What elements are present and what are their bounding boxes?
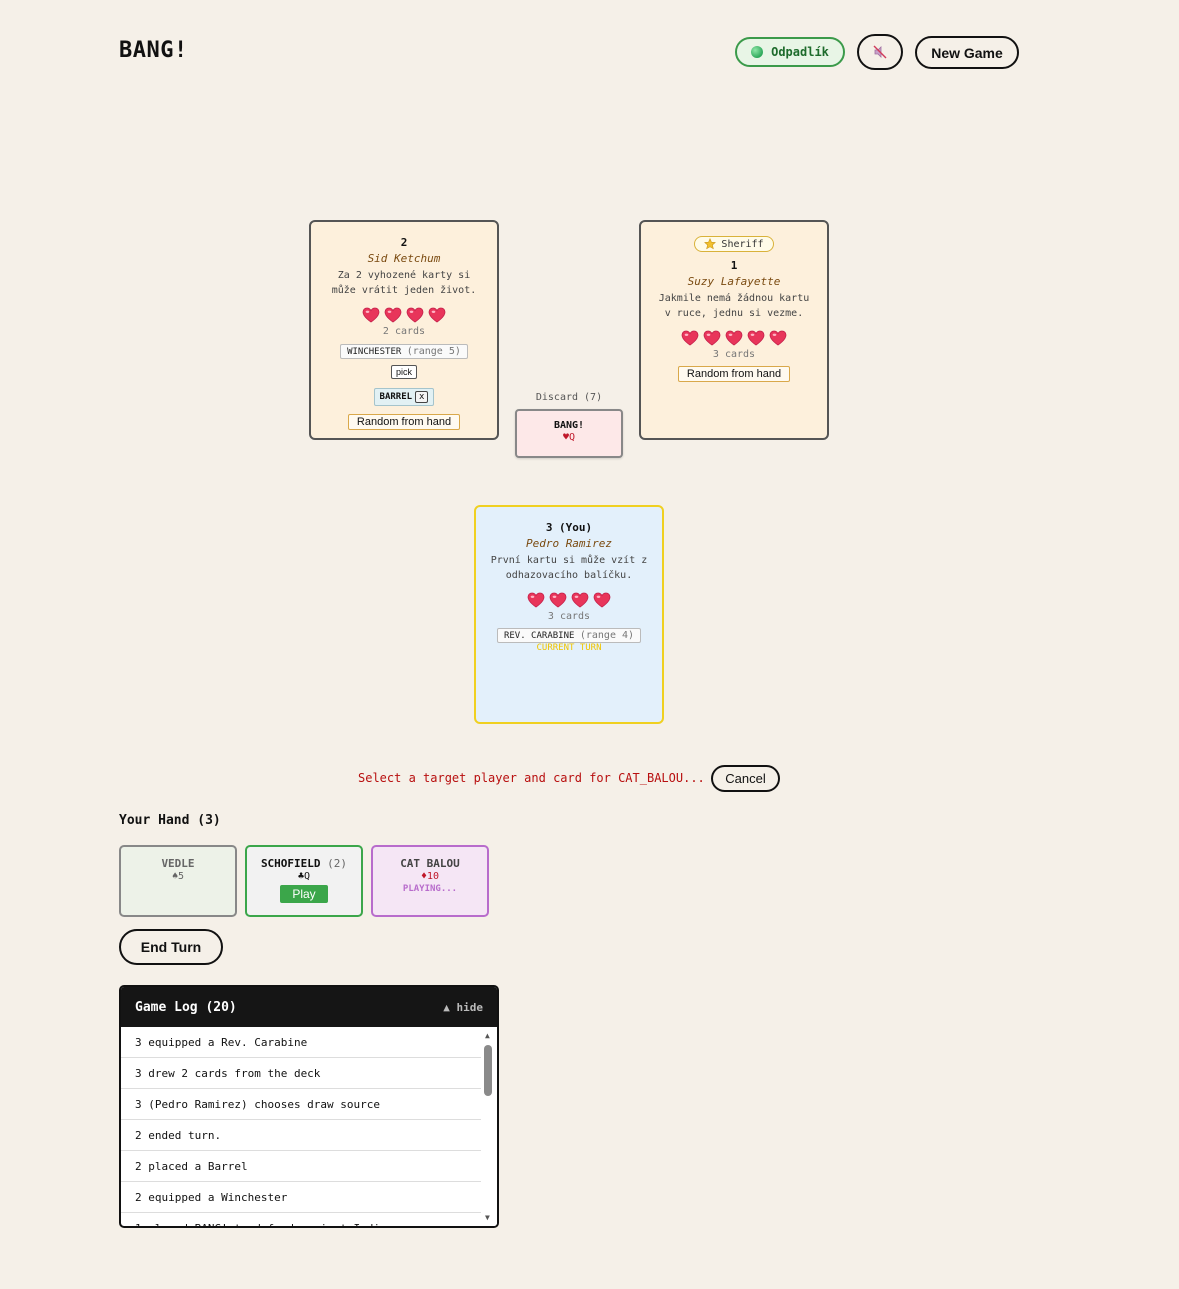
heart-icon: [725, 330, 743, 346]
log-entry: 2 equipped a Winchester: [121, 1182, 481, 1213]
muted-speaker-icon: [873, 45, 887, 59]
target-prompt: Select a target player and card for CAT_…: [358, 771, 705, 785]
heart-icon: [681, 330, 699, 346]
character-name: Sid Ketchum: [367, 252, 441, 265]
log-entry: 3 drew 2 cards from the deck: [121, 1058, 481, 1089]
app-title: BANG!: [119, 38, 188, 63]
discard-card-suit: ♥Q: [562, 432, 576, 443]
game-log-title: Game Log (20): [135, 999, 237, 1015]
player-card-suzy-lafayette[interactable]: Sheriff 1 Suzy Lafayette Jakmile nemá žá…: [639, 220, 829, 440]
star-icon: [704, 238, 717, 250]
weapon-badge: WINCHESTER (range 5): [340, 344, 468, 359]
card-suit: ♠5: [171, 871, 185, 882]
character-ability: Za 2 vyhozené karty si může vrátit jeden…: [331, 270, 477, 296]
character-name: Pedro Ramirez: [525, 537, 613, 550]
card-status: PLAYING...: [402, 884, 458, 894]
log-entry: 1 played BANG! to defend against Indi...: [121, 1213, 481, 1226]
log-entry: 2 placed a Barrel: [121, 1151, 481, 1182]
new-game-button[interactable]: New Game: [915, 36, 1019, 69]
heart-icon: [428, 307, 446, 323]
hand-title: Your Hand (3): [119, 813, 221, 828]
heart-icon: [362, 307, 380, 323]
player-number: 2: [400, 236, 408, 249]
pick-weapon-button[interactable]: pick: [390, 365, 417, 379]
current-turn-label: CURRENT TURN: [536, 643, 602, 653]
card-suit: ♣Q: [297, 871, 311, 882]
remove-equipment-button[interactable]: x: [415, 391, 429, 403]
hand-card-vedle[interactable]: VEDLE ♠5: [119, 845, 237, 917]
card-name: CAT BALOU: [400, 857, 460, 870]
heart-icon: [406, 307, 424, 323]
hand-count: 3 cards: [547, 611, 591, 622]
hand-card-cat-balou[interactable]: CAT BALOU ♦10 PLAYING...: [371, 845, 489, 917]
game-log: Game Log (20) ▲ hide 3 equipped a Rev. C…: [119, 985, 499, 1228]
character-ability: První kartu si může vzít z odhazovacího …: [490, 555, 648, 581]
sheriff-badge: Sheriff: [694, 236, 774, 252]
end-turn-button[interactable]: End Turn: [119, 929, 223, 965]
health-hearts: [476, 592, 662, 608]
heart-icon: [549, 592, 567, 608]
discard-pile[interactable]: BANG! ♥Q: [515, 409, 623, 458]
mute-button[interactable]: [857, 34, 903, 70]
log-entry: 3 equipped a Rev. Carabine: [121, 1027, 481, 1058]
character-name: Suzy Lafayette: [687, 275, 781, 288]
heart-icon: [384, 307, 402, 323]
heart-icon: [527, 592, 545, 608]
health-hearts: [311, 307, 497, 323]
scrollbar-thumb[interactable]: [484, 1045, 492, 1096]
hand-card-schofield[interactable]: SCHOFIELD (2) ♣Q Play: [245, 845, 363, 917]
character-ability: Jakmile nemá žádnou kartu v ruce, jednu …: [658, 293, 810, 319]
heart-icon: [747, 330, 765, 346]
play-card-button[interactable]: Play: [280, 885, 328, 903]
role-orb-icon: [751, 46, 764, 58]
cancel-button[interactable]: Cancel: [711, 765, 780, 792]
heart-icon: [769, 330, 787, 346]
random-from-hand-button[interactable]: Random from hand: [677, 366, 791, 382]
game-log-header[interactable]: Game Log (20) ▲ hide: [121, 987, 497, 1027]
discard-card-name: BANG!: [553, 420, 585, 431]
scroll-up-icon[interactable]: ▲: [485, 1031, 490, 1040]
player-card-you: 3 (You) Pedro Ramirez První kartu si můž…: [474, 505, 664, 724]
card-name: SCHOFIELD (2): [260, 857, 348, 870]
player-card-sid-ketchum[interactable]: 2 Sid Ketchum Za 2 vyhozené karty si můž…: [309, 220, 499, 440]
random-from-hand-button[interactable]: Random from hand: [347, 414, 461, 430]
heart-icon: [571, 592, 589, 608]
heart-icon: [593, 592, 611, 608]
hand-count: 2 cards: [382, 326, 426, 337]
log-scrollbar[interactable]: ▲ ▼: [481, 1027, 497, 1226]
player-number: 1: [730, 259, 738, 272]
card-suit: ♦10: [420, 871, 440, 882]
player-number: 3 (You): [545, 521, 593, 534]
heart-icon: [703, 330, 721, 346]
log-entry: 2 ended turn.: [121, 1120, 481, 1151]
log-entry: 3 (Pedro Ramirez) chooses draw source: [121, 1089, 481, 1120]
health-hearts: [641, 330, 827, 346]
game-log-entries[interactable]: 3 equipped a Rev. Carabine 3 drew 2 card…: [121, 1027, 497, 1226]
scroll-down-icon[interactable]: ▼: [485, 1213, 490, 1222]
card-name: VEDLE: [161, 857, 195, 870]
role-badge: Odpadlík: [735, 37, 845, 67]
hand-count: 3 cards: [712, 349, 756, 360]
hide-log-toggle[interactable]: ▲ hide: [443, 1001, 483, 1014]
weapon-badge: REV. CARABINE (range 4): [496, 628, 642, 643]
equipment-barrel[interactable]: BARREL x: [373, 388, 435, 406]
discard-label: Discard (7): [535, 392, 603, 403]
role-label: Odpadlík: [771, 45, 829, 59]
